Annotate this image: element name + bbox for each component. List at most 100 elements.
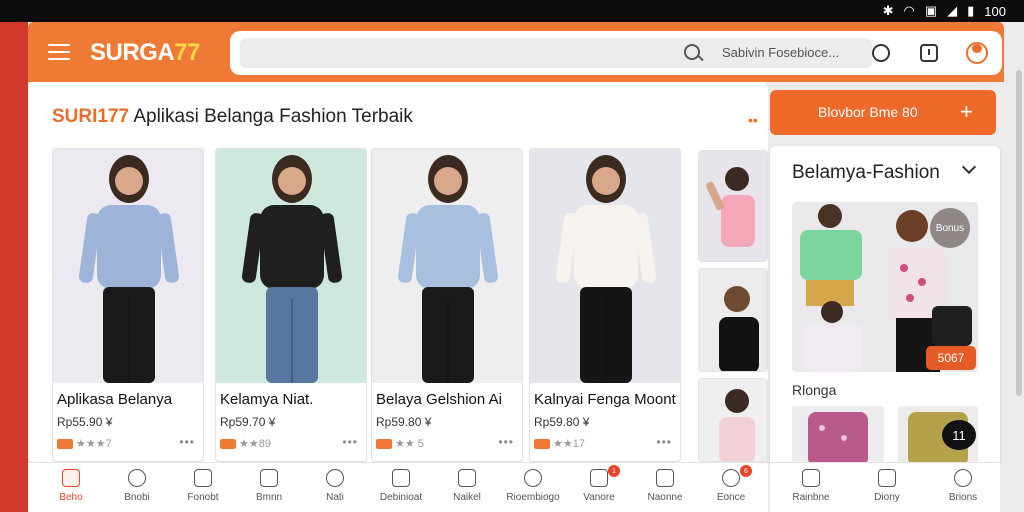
nav-label: Naikel: [453, 492, 481, 503]
title-brand: SURI177: [52, 106, 130, 127]
chevron-down-icon[interactable]: [961, 159, 977, 175]
more-icon[interactable]: •••: [342, 435, 358, 449]
nav-item[interactable]: Rioembiogo: [498, 469, 568, 511]
rating-text: ★★17: [553, 438, 585, 450]
product-photo: [530, 149, 680, 383]
product-card[interactable]: Kalnyai Fenga Moont Rp59.80 ¥ ★★17 •••: [529, 148, 681, 462]
nav-icon: [656, 469, 674, 487]
nav-label: Diony: [874, 492, 900, 503]
nav-icon: [878, 469, 896, 487]
search-hint: Sabivin Fosebioce...: [722, 45, 840, 60]
more-icon[interactable]: •••: [179, 435, 195, 449]
circle-button[interactable]: [868, 40, 894, 66]
more-icon[interactable]: •••: [656, 435, 672, 449]
plus-icon[interactable]: +: [960, 99, 973, 125]
nav-item[interactable]: Fonobt: [168, 469, 238, 511]
nav-icon: [524, 469, 542, 487]
discount-badge-icon: [220, 438, 236, 449]
product-name: Aplikasa Belanya: [57, 391, 173, 408]
nav-badge: 1: [608, 465, 620, 477]
bonus-badge[interactable]: Bonus: [930, 208, 970, 248]
nav-label: Vanore: [583, 492, 615, 503]
nav-item[interactable]: Bmnn: [234, 469, 304, 511]
nav-label: Eonce: [716, 492, 746, 503]
menu-icon[interactable]: [48, 44, 70, 60]
side-nav-item[interactable]: Rainbne: [776, 469, 846, 511]
search-icon[interactable]: [684, 44, 700, 60]
side-nav-item[interactable]: Diony: [852, 469, 922, 511]
logo-main: SURGA: [90, 39, 175, 66]
profile-button[interactable]: [964, 40, 990, 66]
product-price: Rp55.90 ¥: [57, 415, 113, 429]
battery-level: 100: [984, 3, 1006, 19]
app-header: SURGA77 Sabivin Fosebioce...: [28, 22, 1004, 82]
clock-icon: [920, 44, 938, 62]
title-text: Aplikasi Belanga Fashion Terbaik: [129, 106, 413, 127]
discount-badge-icon: [376, 438, 392, 449]
history-button[interactable]: [916, 40, 942, 66]
nav-item[interactable]: Debinioat: [366, 469, 436, 511]
bluetooth-icon: ✱: [882, 3, 894, 18]
discount-badge-icon: [57, 438, 73, 449]
product-rating: ★★17: [534, 437, 585, 450]
product-photo: [216, 149, 366, 383]
side-panel: Belamya-Fashion Bonus 5067 Rlonga 11: [770, 146, 1000, 466]
rating-text: ★★89: [239, 438, 271, 450]
nav-icon: [954, 469, 972, 487]
count-badge[interactable]: 11: [942, 420, 976, 450]
partial-card-image: [699, 379, 767, 461]
promo-button[interactable]: Blovbor Bme 80 +: [770, 90, 996, 135]
more-dots-icon[interactable]: ••: [748, 112, 758, 128]
product-name: Belaya Gelshion Ai: [376, 391, 502, 408]
battery-icon: ▮: [967, 3, 975, 18]
rating-text: ★★★7: [76, 438, 112, 450]
nav-label: Brions: [948, 492, 978, 503]
nav-item[interactable]: Beho: [36, 469, 106, 511]
scrollbar[interactable]: [1016, 70, 1022, 396]
side-nav: Rainbne Diony Brions: [770, 462, 1000, 512]
nav-badge: 6: [740, 465, 752, 477]
product-card[interactable]: Aplikasa Belanya Rp55.90 ¥ ★★★7 •••: [52, 148, 204, 462]
partial-card-2[interactable]: [698, 268, 768, 372]
nav-icon: [128, 469, 146, 487]
nav-icon: [590, 469, 608, 487]
nav-item[interactable]: 6 Eonce: [696, 465, 766, 511]
side-thumb-1[interactable]: [792, 406, 884, 466]
price-badge: 5067: [926, 346, 976, 370]
app-logo[interactable]: SURGA77: [90, 39, 200, 67]
wifi-icon: ◠: [903, 3, 915, 18]
logo-accent: 77: [174, 39, 200, 66]
page-title: SURI177 Aplikasi Belanga Fashion Terbaik: [52, 106, 413, 128]
search-bar: Sabivin Fosebioce...: [230, 31, 1002, 75]
nav-label: Bnobi: [124, 492, 150, 503]
nav-label: Rioembiogo: [506, 492, 560, 503]
more-icon[interactable]: •••: [498, 435, 514, 449]
nav-item[interactable]: Bnobi: [102, 469, 172, 511]
nav-label: Nati: [326, 492, 344, 503]
product-photo: [372, 149, 522, 383]
circle-icon: [872, 44, 890, 62]
nav-icon: [326, 469, 344, 487]
product-card[interactable]: Belaya Gelshion Ai Rp59.80 ¥ ★★ 5 •••: [371, 148, 523, 462]
product-card[interactable]: Kelamya Niat. Rp59.70 ¥ ★★89 •••: [215, 148, 367, 462]
product-rating: ★★89: [220, 437, 271, 450]
nav-icon: [392, 469, 410, 487]
side-nav-item[interactable]: Brions: [928, 469, 998, 511]
nav-item[interactable]: Naikel: [432, 469, 502, 511]
left-rail: [0, 22, 28, 512]
promo-label: Blovbor Bme 80: [818, 104, 918, 120]
partial-card-image: [699, 269, 767, 371]
nav-icon: [260, 469, 278, 487]
product-price: Rp59.70 ¥: [220, 415, 276, 429]
nav-item[interactable]: 1 Vanore: [564, 465, 634, 511]
partial-card-1[interactable]: [698, 150, 768, 262]
nav-item[interactable]: Nati: [300, 469, 370, 511]
nav-item[interactable]: Naonne: [630, 469, 700, 511]
status-icons: ✱ ◠ ▣ ◢ ▮ 100: [883, 0, 1006, 22]
product-price: Rp59.80 ¥: [376, 415, 432, 429]
partial-card-3[interactable]: [698, 378, 768, 462]
product-rating: ★★★7: [57, 437, 112, 450]
side-title: Belamya-Fashion: [792, 162, 940, 183]
nav-label: Naonne: [647, 492, 683, 503]
nav-label: Rainbne: [792, 492, 830, 503]
